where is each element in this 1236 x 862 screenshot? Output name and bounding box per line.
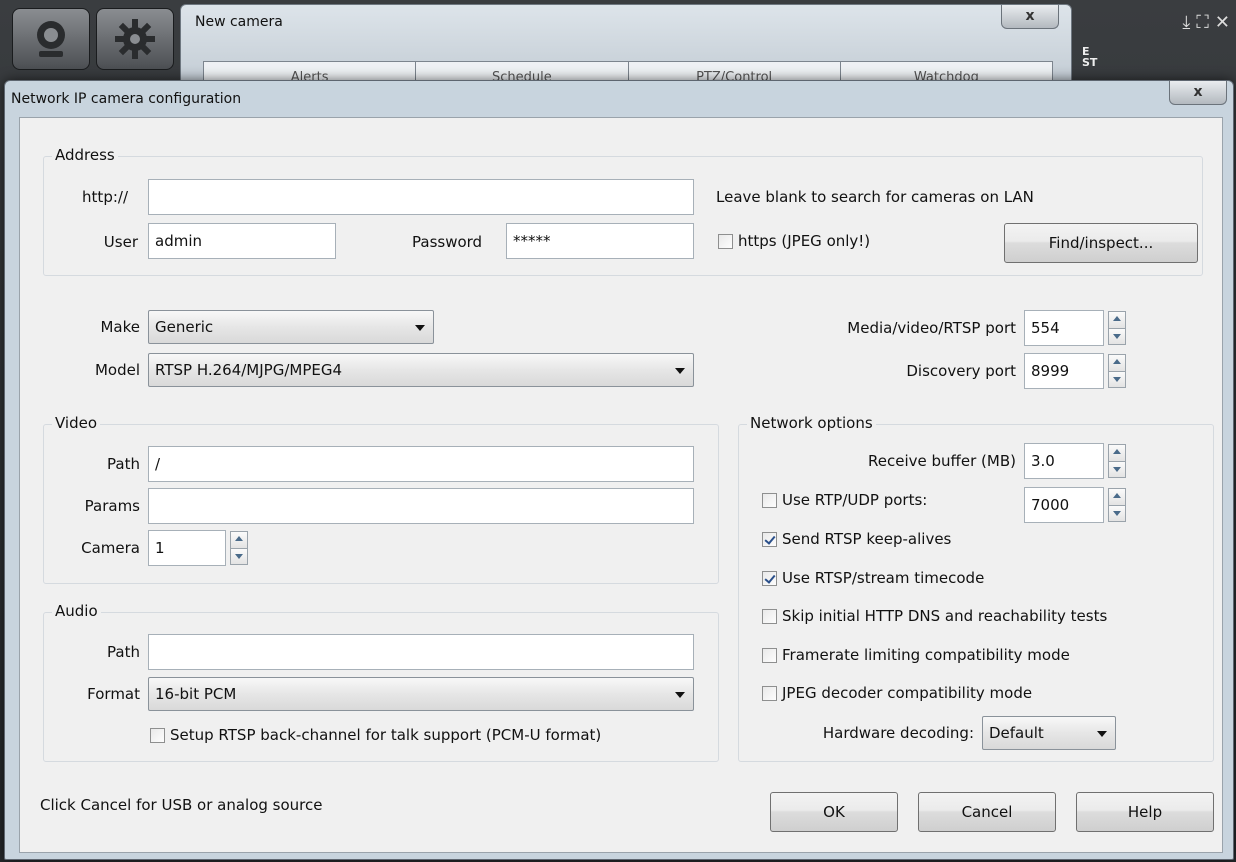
params-label: Params xyxy=(84,497,140,515)
rtp-udp-label: Use RTP/UDP ports: xyxy=(782,491,928,509)
framerate-label: Framerate limiting compatibility mode xyxy=(782,646,1070,664)
network-options-legend: Network options xyxy=(747,414,876,432)
hardware-decoding-label: Hardware decoding: xyxy=(822,724,974,742)
dialog-title: Network IP camera configuration xyxy=(11,91,242,107)
network-options-group: Network options xyxy=(738,414,1214,762)
dialog-close-button[interactable]: x xyxy=(1169,81,1227,105)
find-inspect-button[interactable]: Find/inspect... xyxy=(1004,223,1198,263)
backchannel-checkbox[interactable] xyxy=(150,727,165,743)
audio-path-input[interactable] xyxy=(148,634,694,670)
jpeg-label: JPEG decoder compatibility mode xyxy=(782,684,1033,702)
gear-icon xyxy=(115,19,155,59)
rtp-udp-checkbox-row[interactable]: Use RTP/UDP ports: xyxy=(762,491,927,509)
hardware-decoding-value: Default xyxy=(989,724,1044,742)
https-checkbox[interactable] xyxy=(718,233,733,249)
camera-spinner[interactable] xyxy=(230,531,248,565)
rtsp-port-input[interactable]: 554 xyxy=(1024,310,1104,346)
rtp-udp-port-spinner[interactable] xyxy=(1108,488,1126,522)
window-controls: ⤓ ⛶ ✕ xyxy=(1182,12,1230,33)
timecode-checkbox-row[interactable]: Use RTSP/stream timecode xyxy=(762,569,984,587)
jpeg-checkbox-row[interactable]: JPEG decoder compatibility mode xyxy=(762,684,1032,702)
format-label: Format xyxy=(87,685,140,703)
video-legend: Video xyxy=(52,414,101,432)
discovery-port-spinner[interactable] xyxy=(1108,354,1126,388)
discovery-port-input[interactable]: 8999 xyxy=(1024,353,1104,389)
model-select[interactable]: RTSP H.264/MJPG/MPEG4 xyxy=(148,353,694,387)
rtp-udp-port-input[interactable]: 7000 xyxy=(1024,487,1104,523)
framerate-checkbox[interactable] xyxy=(762,647,777,663)
user-input[interactable]: admin xyxy=(148,223,336,259)
user-label: User xyxy=(103,233,138,251)
make-select[interactable]: Generic xyxy=(148,310,434,344)
framerate-checkbox-row[interactable]: Framerate limiting compatibility mode xyxy=(762,646,1070,664)
webcam-icon xyxy=(37,21,65,57)
fullscreen-icon[interactable]: ⛶ xyxy=(1196,12,1209,33)
chevron-down-icon xyxy=(675,692,685,698)
password-input[interactable]: ***** xyxy=(506,223,694,259)
download-icon[interactable]: ⤓ xyxy=(1182,12,1190,33)
chevron-down-icon xyxy=(675,368,685,374)
chevron-down-icon xyxy=(1097,731,1107,737)
discovery-port-label: Discovery port xyxy=(906,362,1016,380)
model-value: RTSP H.264/MJPG/MPEG4 xyxy=(155,361,343,379)
camera-input[interactable]: 1 xyxy=(148,530,226,566)
bg-label: E ST xyxy=(1082,45,1098,69)
skip-dns-checkbox[interactable] xyxy=(762,608,777,624)
cancel-button[interactable]: Cancel xyxy=(918,792,1056,832)
http-address-input[interactable] xyxy=(148,179,694,215)
keepalive-checkbox[interactable] xyxy=(762,531,777,547)
settings-button[interactable] xyxy=(96,8,174,70)
audio-path-label: Path xyxy=(107,643,140,661)
lan-search-hint: Leave blank to search for cameras on LAN xyxy=(716,188,1034,206)
backchannel-checkbox-row[interactable]: Setup RTSP back-channel for talk support… xyxy=(150,726,601,744)
receive-buffer-spinner[interactable] xyxy=(1108,444,1126,478)
jpeg-checkbox[interactable] xyxy=(762,685,777,701)
new-camera-title: New camera xyxy=(195,14,283,30)
camera-button[interactable] xyxy=(12,8,90,70)
timecode-checkbox[interactable] xyxy=(762,570,777,586)
rtsp-port-spinner[interactable] xyxy=(1108,311,1126,345)
address-legend: Address xyxy=(52,146,118,164)
https-checkbox-row[interactable]: https (JPEG only!) xyxy=(718,232,870,250)
make-label: Make xyxy=(100,318,140,336)
rtsp-port-label: Media/video/RTSP port xyxy=(847,319,1016,337)
network-ip-camera-dialog: Network IP camera configuration x Addres… xyxy=(4,80,1234,860)
make-value: Generic xyxy=(155,318,214,336)
model-label: Model xyxy=(94,361,140,379)
params-input[interactable] xyxy=(148,488,694,524)
footer-hint: Click Cancel for USB or analog source xyxy=(40,796,323,814)
rtp-udp-checkbox[interactable] xyxy=(762,492,777,508)
https-label: https (JPEG only!) xyxy=(738,232,871,250)
http-label: http:// xyxy=(82,188,128,206)
help-button[interactable]: Help xyxy=(1076,792,1214,832)
audio-legend: Audio xyxy=(52,602,101,620)
skip-dns-label: Skip initial HTTP DNS and reachability t… xyxy=(782,607,1108,625)
ok-button[interactable]: OK xyxy=(770,792,898,832)
video-path-label: Path xyxy=(107,455,140,473)
backchannel-label: Setup RTSP back-channel for talk support… xyxy=(170,726,602,744)
skip-dns-checkbox-row[interactable]: Skip initial HTTP DNS and reachability t… xyxy=(762,607,1107,625)
format-select[interactable]: 16-bit PCM xyxy=(148,677,694,711)
keepalive-label: Send RTSP keep-alives xyxy=(782,530,952,548)
keepalive-checkbox-row[interactable]: Send RTSP keep-alives xyxy=(762,530,951,548)
receive-buffer-input[interactable]: 3.0 xyxy=(1024,443,1104,479)
hardware-decoding-select[interactable]: Default xyxy=(982,716,1116,750)
format-value: 16-bit PCM xyxy=(155,685,237,703)
dialog-client: Address http:// Leave blank to search fo… xyxy=(19,117,1223,853)
timecode-label: Use RTSP/stream timecode xyxy=(782,569,985,587)
password-label: Password xyxy=(412,233,483,251)
new-camera-close-button[interactable]: x xyxy=(1001,5,1059,29)
receive-buffer-label: Receive buffer (MB) xyxy=(868,452,1016,470)
close-icon[interactable]: ✕ xyxy=(1215,12,1230,33)
chevron-down-icon xyxy=(415,325,425,331)
video-path-input[interactable]: / xyxy=(148,446,694,482)
camera-label: Camera xyxy=(81,539,140,557)
